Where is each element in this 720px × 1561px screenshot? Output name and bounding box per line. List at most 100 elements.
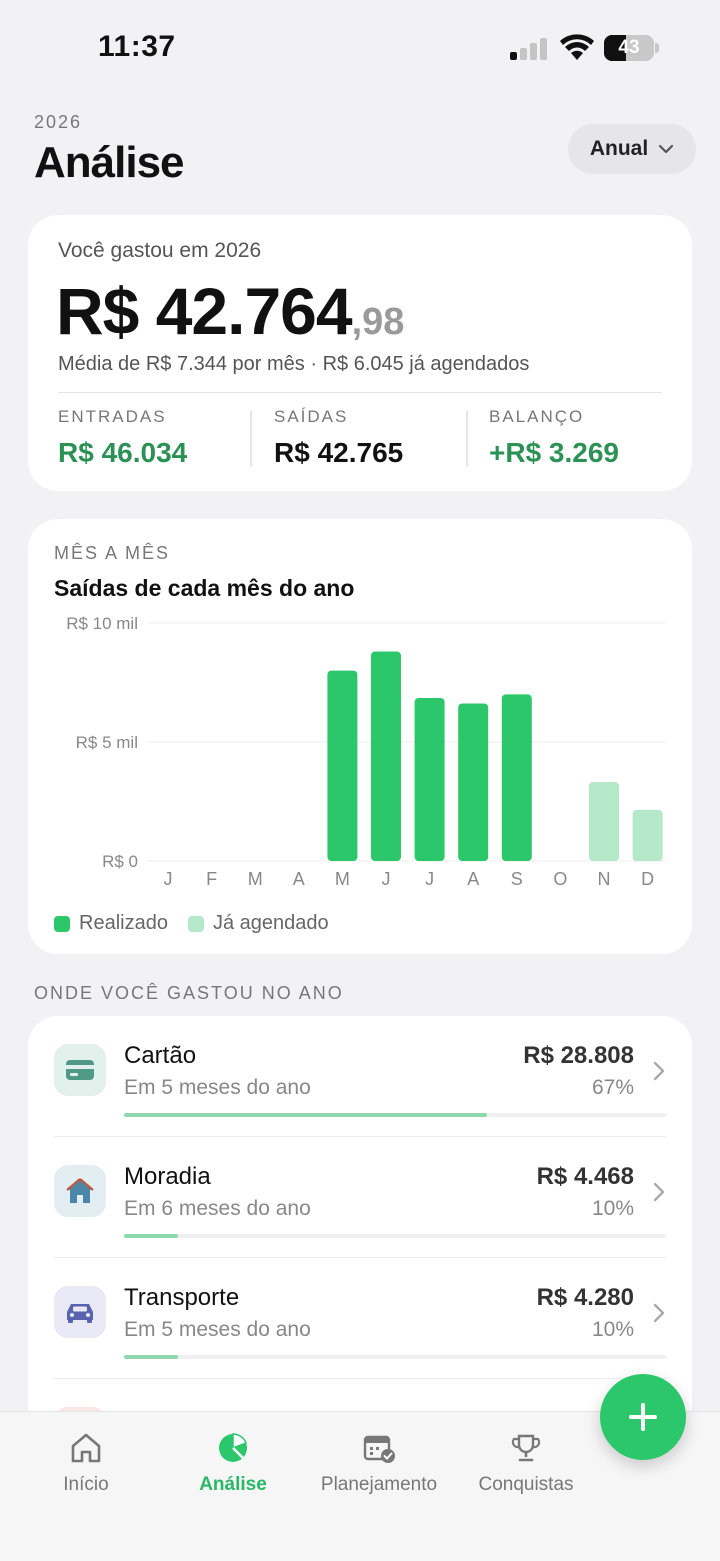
tab-label: Análise (199, 1474, 267, 1495)
stat-income-value: R$ 46.034 (58, 437, 188, 468)
tab-label: Início (63, 1474, 109, 1495)
stat-balance-value: +R$ 3.269 (489, 437, 619, 468)
stat-income: ENTRADAS R$ 46.034 (58, 407, 258, 469)
category-share-track (124, 1355, 666, 1359)
x-tick-label: A (293, 869, 305, 889)
bar-realizado (327, 670, 358, 861)
page-title: Análise (34, 138, 185, 187)
tab-analise[interactable]: Análise (168, 1432, 298, 1496)
trophy-icon (511, 1434, 541, 1462)
category-percent: 10% (591, 1197, 634, 1220)
x-tick-label: J (425, 869, 434, 889)
stat-balance: BALANÇO +R$ 3.269 (489, 407, 689, 469)
cellular-signal-icon (510, 38, 547, 60)
category-name: Transporte (124, 1284, 240, 1311)
bar-realizado (458, 703, 489, 861)
period-selector-label: Anual (589, 137, 649, 160)
bar-já-agendado (589, 781, 619, 861)
battery-level: 43 (618, 37, 640, 58)
period-selector-button[interactable]: Anual (568, 124, 696, 174)
category-months: Em 6 meses do ano (124, 1197, 311, 1220)
chart-legend: Realizado Já agendado (54, 912, 349, 935)
category-months: Em 5 meses do ano (124, 1076, 311, 1099)
bar-realizado (414, 697, 445, 861)
battery-icon: 43 (604, 35, 660, 61)
tab-label: Planejamento (320, 1474, 438, 1495)
category-list: Cartão Em 5 meses do ano R$ 28.808 67% M… (28, 1016, 692, 1436)
monthly-average: Média de R$ 7.344 por mês · R$ 6.045 já … (58, 353, 530, 375)
tab-label: Conquistas (478, 1474, 574, 1495)
category-name: Cartão (124, 1042, 197, 1069)
category-months: Em 5 meses do ano (124, 1318, 311, 1341)
tab-inicio[interactable]: Início (21, 1432, 151, 1496)
stat-separator (250, 411, 252, 467)
wifi-icon (560, 34, 594, 60)
calendar-check-icon (363, 1435, 395, 1463)
x-tick-label: D (641, 869, 654, 889)
category-name: Moradia (124, 1163, 211, 1190)
status-bar: 11:37 43 (0, 0, 720, 96)
house-icon (54, 1165, 106, 1217)
category-row-cartao[interactable]: Cartão Em 5 meses do ano R$ 28.808 67% (28, 1016, 692, 1137)
bar-realizado (371, 651, 401, 861)
bar-já-agendado (632, 809, 663, 861)
category-row-moradia[interactable]: Moradia Em 6 meses do ano R$ 4.468 10% (28, 1137, 692, 1258)
stat-expenses-value: R$ 42.765 (274, 437, 404, 468)
y-tick-label: R$ 5 mil (76, 733, 138, 752)
category-share-bar (124, 1113, 488, 1117)
section-title: ONDE VOCÊ GASTOU NO ANO (34, 983, 344, 1003)
bar-realizado (501, 694, 532, 861)
x-tick-label: M (335, 869, 350, 889)
summary-divider (58, 392, 662, 393)
legend-swatch (54, 915, 70, 932)
summary-label: Você gastou em 2026 (58, 239, 262, 262)
stat-expenses-label: SAÍDAS (274, 407, 349, 426)
card-icon (54, 1044, 106, 1096)
category-amount: R$ 28.808 (523, 1042, 634, 1069)
monthly-bar-chart: R$ 0 R$ 5 mil R$ 10 mil J F M A M J J A S O N D (66, 614, 666, 889)
y-tick-label: R$ 10 mil (66, 614, 138, 633)
x-tick-label: J (164, 869, 173, 889)
category-row-transporte[interactable]: Transporte Em 5 meses do ano R$ 4.280 10… (28, 1258, 692, 1379)
x-tick-label: A (467, 869, 479, 889)
x-tick-label: O (553, 869, 567, 889)
add-transaction-button[interactable] (600, 1374, 686, 1460)
plus-icon (629, 1403, 657, 1431)
pie-chart-icon (219, 1433, 247, 1462)
x-tick-label: J (382, 869, 391, 889)
stat-expenses: SAÍDAS R$ 42.765 (274, 407, 474, 469)
category-share-track (124, 1234, 666, 1238)
legend-swatch (187, 915, 204, 932)
chevron-right-icon (653, 1303, 665, 1323)
category-percent: 10% (591, 1318, 634, 1341)
y-tick-label: R$ 0 (102, 852, 138, 871)
monthly-chart-card: MÊS A MÊS Saídas de cada mês do ano R$ 0… (28, 519, 692, 954)
x-tick-label: S (511, 869, 523, 889)
category-share-bar (124, 1355, 179, 1359)
x-tick-label: F (206, 869, 217, 889)
legend-item-realizado: Realizado (54, 912, 168, 935)
total-spent-integer: R$ 42.764 (56, 274, 353, 348)
category-percent: 67% (591, 1076, 634, 1099)
category-amount: R$ 4.468 (536, 1163, 634, 1190)
tab-conquistas[interactable]: Conquistas (461, 1432, 591, 1496)
stat-balance-label: BALANÇO (489, 407, 585, 426)
legend-label: Já agendado (212, 912, 329, 934)
legend-item-agendado: Já agendado (187, 912, 329, 935)
stat-income-label: ENTRADAS (58, 407, 167, 426)
status-time: 11:37 (98, 30, 176, 63)
chevron-down-icon (659, 144, 674, 154)
x-tick-label: N (598, 869, 611, 889)
legend-label: Realizado (79, 912, 168, 934)
spending-summary-card: Você gastou em 2026 R$ 42.764,98 Média d… (28, 215, 692, 491)
tab-planejamento[interactable]: Planejamento (314, 1432, 444, 1496)
stat-separator (466, 411, 468, 467)
chevron-right-icon (653, 1061, 665, 1081)
category-share-bar (124, 1234, 179, 1238)
car-icon (54, 1286, 106, 1338)
chevron-right-icon (653, 1182, 665, 1202)
total-spent-amount: R$ 42.764,98 (56, 273, 404, 349)
x-tick-label: M (248, 869, 263, 889)
header-year: 2026 (34, 112, 83, 132)
category-amount: R$ 4.280 (536, 1284, 634, 1311)
